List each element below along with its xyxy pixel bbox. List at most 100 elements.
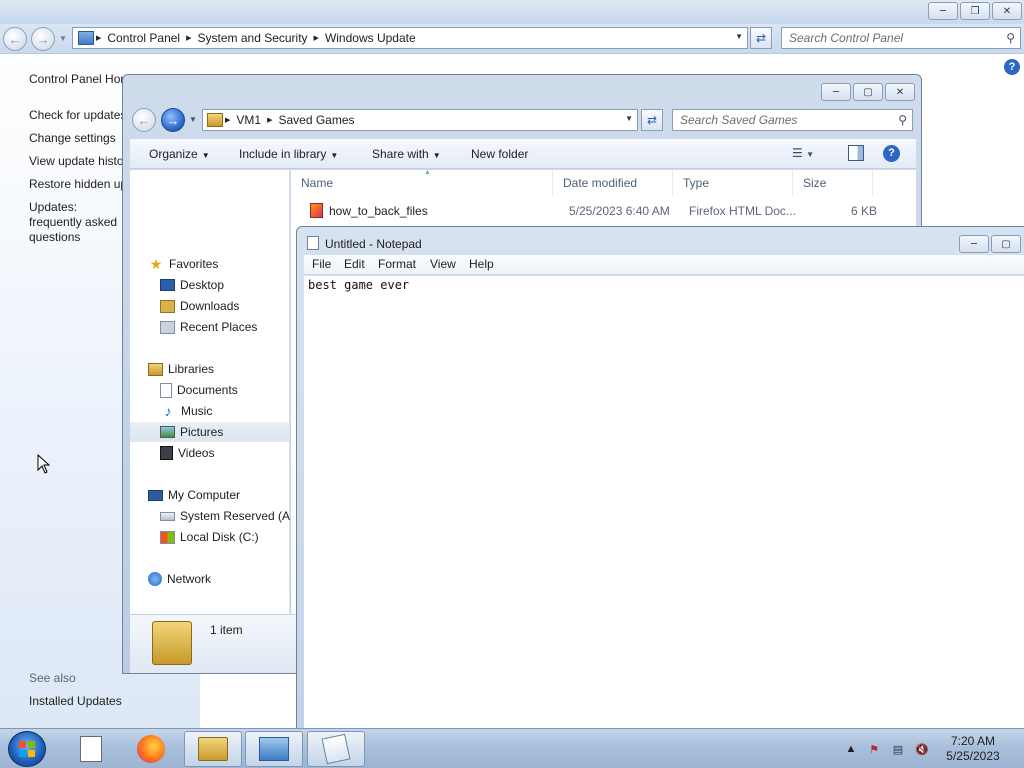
nav-desktop[interactable]: Desktop (160, 275, 224, 295)
explorer-search-input[interactable]: Search Saved Games ⚲ (672, 109, 913, 131)
libraries-icon (148, 362, 163, 376)
user-folder-icon (207, 113, 223, 127)
minimize-button[interactable]: ─ (959, 235, 989, 253)
column-header-name[interactable]: Name (291, 170, 553, 196)
recent-pages-chevron-icon[interactable]: ▼ (189, 115, 197, 124)
check-for-updates-link[interactable]: Check for updates (29, 108, 126, 122)
chevron-down-icon: ▼ (432, 151, 441, 160)
nav-libraries-label: Libraries (168, 362, 215, 376)
notepad-text-area[interactable]: best game ever (304, 276, 1024, 728)
drive-icon (160, 511, 175, 521)
see-also-heading: See also (29, 671, 76, 685)
action-center-flag-icon[interactable]: ⚑ (866, 742, 882, 756)
nav-music[interactable]: ♪ Music (160, 401, 213, 421)
volume-muted-icon[interactable]: 🔇 (914, 742, 930, 756)
nav-pictures-label: Pictures (180, 425, 224, 439)
restore-button[interactable]: ❐ (960, 2, 990, 20)
network-status-icon[interactable]: ▤ (890, 742, 906, 756)
view-options-icon[interactable]: ☰ ▼ (792, 146, 814, 160)
control-panel-address-bar[interactable]: ▶ Control Panel ▶ System and Security ▶ … (72, 27, 748, 49)
menu-help[interactable]: Help (469, 257, 494, 271)
column-header-size[interactable]: Size (793, 170, 873, 196)
nav-network[interactable]: Network (148, 569, 211, 589)
updates-faq-link[interactable]: Updates: frequently asked questions (29, 200, 125, 245)
nav-local-disk[interactable]: Local Disk (C:) (160, 527, 259, 547)
address-dropdown-icon[interactable]: ▼ (735, 32, 743, 41)
close-button[interactable]: ✕ (992, 2, 1022, 20)
nav-my-computer[interactable]: My Computer (148, 485, 240, 505)
recent-pages-chevron-icon[interactable]: ▼ (59, 34, 67, 43)
new-folder-button[interactable]: New folder (471, 147, 528, 161)
view-update-history-link[interactable]: View update history (29, 154, 134, 168)
clock-date: 5/25/2023 (946, 749, 1000, 763)
breadcrumb-system-security[interactable]: System and Security (198, 31, 308, 45)
minimize-button[interactable]: ─ (821, 83, 851, 101)
file-size: 6 KB (851, 204, 878, 218)
minimize-button[interactable]: ─ (928, 2, 958, 20)
nav-videos[interactable]: Videos (160, 443, 214, 463)
installed-updates-link[interactable]: Installed Updates (29, 694, 122, 708)
explorer-folder-icon (198, 737, 228, 761)
breadcrumb-vm1[interactable]: VM1 (236, 113, 261, 127)
menu-view[interactable]: View (430, 257, 456, 271)
taskbar-app-explorer[interactable] (184, 731, 242, 767)
help-icon[interactable]: ? (1004, 59, 1020, 75)
organize-label: Organize (149, 147, 198, 161)
taskbar-app-control-panel[interactable] (245, 731, 303, 767)
explorer-address-bar[interactable]: ▶ VM1 ▶ Saved Games ▼ (202, 109, 638, 131)
nav-recent-label: Recent Places (180, 320, 258, 334)
maximize-button[interactable]: ▢ (991, 235, 1021, 253)
control-panel-home-link[interactable]: Control Panel Home (29, 72, 137, 86)
table-row[interactable]: how_to_back_files 5/25/2023 6:40 AM Fire… (291, 200, 891, 222)
file-type: Firefox HTML Doc... (689, 204, 796, 218)
nav-local-disk-label: Local Disk (C:) (180, 530, 259, 544)
nav-favorites[interactable]: ★ Favorites (148, 254, 219, 274)
menu-file[interactable]: File (312, 257, 331, 271)
show-hidden-icons-chevron-icon[interactable]: ▲ (843, 742, 859, 756)
taskbar-app-document[interactable] (62, 731, 120, 767)
taskbar-app-notepad[interactable] (307, 731, 365, 767)
breadcrumb-separator-icon: ▶ (313, 35, 319, 42)
help-icon[interactable]: ? (883, 145, 900, 162)
include-in-library-menu[interactable]: Include in library ▼ (239, 147, 338, 161)
column-header-type[interactable]: Type (673, 170, 793, 196)
network-icon (148, 572, 162, 586)
refresh-button[interactable]: ⇄ (641, 109, 663, 131)
organize-menu[interactable]: Organize ▼ (149, 147, 210, 161)
nav-documents[interactable]: Documents (160, 380, 238, 400)
nav-recent-places[interactable]: Recent Places (160, 317, 257, 337)
preview-pane-icon[interactable] (848, 145, 864, 161)
start-button[interactable] (8, 731, 46, 767)
windows-drive-icon (160, 530, 175, 544)
taskbar-clock[interactable]: 7:20 AM 5/25/2023 (942, 734, 1004, 764)
document-app-icon (80, 736, 102, 762)
nav-pictures[interactable]: Pictures (130, 422, 289, 442)
breadcrumb-control-panel[interactable]: Control Panel (107, 31, 180, 45)
nav-favorites-label: Favorites (169, 257, 219, 271)
back-button[interactable]: ← (3, 27, 27, 51)
saved-games-folder-icon (152, 621, 192, 665)
back-button[interactable]: ← (132, 108, 156, 132)
share-with-menu[interactable]: Share with ▼ (372, 147, 441, 161)
nav-system-reserved[interactable]: System Reserved (A:) (160, 506, 297, 526)
address-dropdown-icon[interactable]: ▼ (625, 114, 633, 123)
firefox-icon (137, 735, 165, 763)
breadcrumb-saved-games[interactable]: Saved Games (278, 113, 354, 127)
nav-downloads[interactable]: Downloads (160, 296, 239, 316)
change-settings-link[interactable]: Change settings (29, 131, 116, 145)
menu-edit[interactable]: Edit (344, 257, 365, 271)
nav-libraries[interactable]: Libraries (148, 359, 214, 379)
notepad-icon (307, 236, 319, 250)
forward-button[interactable]: → (161, 108, 185, 132)
close-button[interactable]: ✕ (885, 83, 915, 101)
taskbar-app-firefox[interactable] (122, 731, 180, 767)
explorer-caption-buttons: ─ ▢ ✕ (819, 83, 915, 101)
maximize-button[interactable]: ▢ (853, 83, 883, 101)
column-header-date[interactable]: Date modified (553, 170, 673, 196)
control-panel-search-input[interactable]: Search Control Panel ⚲ (781, 27, 1021, 49)
menu-format[interactable]: Format (378, 257, 416, 271)
notepad-title: Untitled - Notepad (325, 237, 422, 251)
breadcrumb-windows-update[interactable]: Windows Update (325, 31, 416, 45)
refresh-button[interactable]: ⇄ (750, 27, 772, 49)
forward-button[interactable]: → (31, 27, 55, 51)
